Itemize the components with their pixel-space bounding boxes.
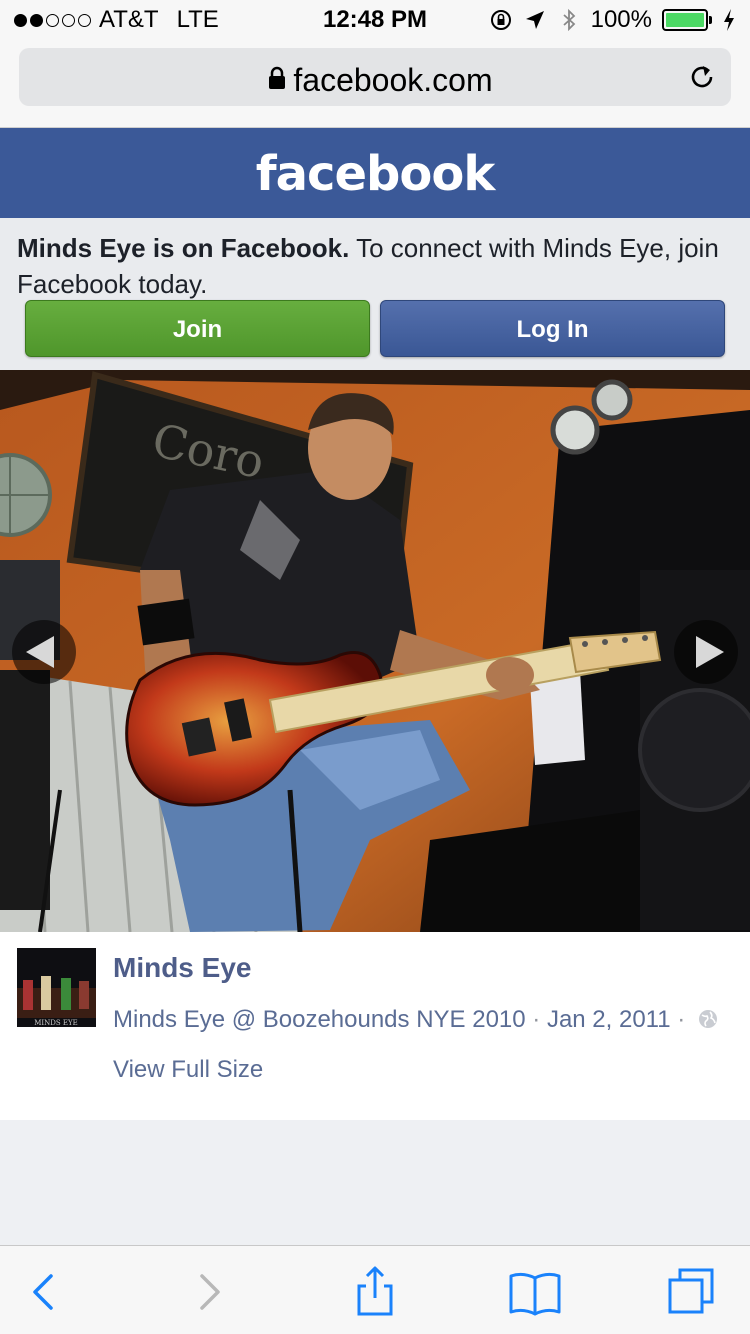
browser-toolbar: [0, 1245, 750, 1334]
photo-info-card: MINDS EYE Minds Eye Minds Eye @ Boozehou…: [0, 932, 750, 1120]
next-photo-button[interactable]: [674, 620, 738, 684]
status-right: 100%: [489, 6, 736, 34]
page-avatar-image: MINDS EYE: [17, 948, 96, 1027]
view-full-size-link[interactable]: View Full Size: [113, 1056, 263, 1084]
share-icon[interactable]: [347, 1264, 403, 1320]
location-arrow-icon: [525, 11, 544, 29]
photo-date[interactable]: Jan 2, 2011: [547, 1006, 671, 1033]
battery-icon: [662, 9, 712, 31]
reload-icon[interactable]: [687, 62, 717, 92]
main-photo[interactable]: Coro: [0, 370, 750, 932]
caption-separator: ·: [670, 1006, 692, 1033]
bluetooth-icon: [563, 8, 575, 32]
join-button[interactable]: Join: [25, 300, 370, 357]
prev-arrow-icon: [26, 636, 54, 668]
promo-bold-text: Minds Eye is on Facebook.: [17, 233, 350, 263]
caption-separator: ·: [525, 1006, 547, 1033]
photo-caption: Minds Eye @ Boozehounds NYE 2010 · Jan 2…: [113, 1006, 718, 1034]
globe-icon: [698, 1010, 717, 1028]
next-arrow-icon: [696, 636, 724, 668]
previous-photo-button[interactable]: [12, 620, 76, 684]
photo-image: Coro: [0, 370, 750, 932]
status-bar: AT&T LTE 12:48 PM 100%: [0, 0, 750, 40]
promo-text: Minds Eye is on Facebook. To connect wit…: [17, 230, 737, 302]
orientation-lock-icon: [490, 10, 511, 30]
url-text[interactable]: facebook.com: [19, 62, 731, 99]
back-icon[interactable]: [15, 1264, 71, 1320]
facebook-header: facebook: [0, 128, 750, 218]
tabs-icon[interactable]: [664, 1264, 720, 1320]
forward-icon[interactable]: [182, 1264, 238, 1320]
page: AT&T LTE 12:48 PM 100% facebook.com face…: [0, 0, 750, 1334]
address-bar-area: facebook.com: [0, 40, 750, 128]
bookmarks-icon[interactable]: [507, 1264, 563, 1320]
charging-bolt-icon: [724, 9, 734, 31]
join-promo: Minds Eye is on Facebook. To connect wit…: [0, 218, 750, 370]
battery-percent: 100%: [590, 6, 652, 33]
page-avatar[interactable]: MINDS EYE: [17, 948, 96, 1027]
address-bar[interactable]: facebook.com: [19, 48, 731, 106]
avatar-text: MINDS EYE: [34, 1019, 78, 1027]
facebook-logo[interactable]: facebook: [0, 146, 750, 202]
caption-text: Minds Eye @ Boozehounds NYE 2010: [113, 1006, 526, 1033]
page-name-link[interactable]: Minds Eye: [113, 952, 251, 984]
log-in-button[interactable]: Log In: [380, 300, 725, 357]
